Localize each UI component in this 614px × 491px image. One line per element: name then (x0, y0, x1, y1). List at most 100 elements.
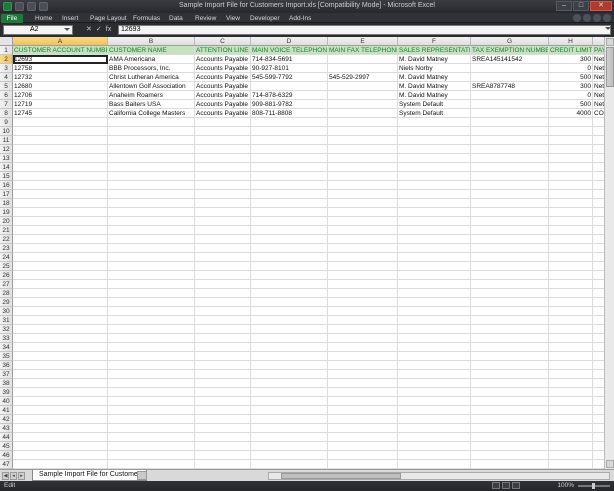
empty-cell[interactable] (471, 343, 549, 352)
empty-cell[interactable] (108, 289, 195, 298)
prev-sheet-icon[interactable]: ◂ (10, 472, 17, 480)
empty-cell[interactable] (195, 181, 251, 190)
row-header[interactable]: 43 (0, 424, 13, 433)
empty-cell[interactable] (251, 370, 328, 379)
row-header[interactable]: 22 (0, 235, 13, 244)
empty-cell[interactable] (593, 352, 604, 361)
empty-cell[interactable] (593, 199, 604, 208)
row-header[interactable]: 30 (0, 307, 13, 316)
empty-cell[interactable] (398, 208, 471, 217)
empty-cell[interactable] (108, 199, 195, 208)
empty-cell[interactable] (195, 271, 251, 280)
empty-cell[interactable] (108, 361, 195, 370)
zoom-slider[interactable] (578, 483, 610, 489)
empty-cell[interactable] (13, 217, 108, 226)
empty-cell[interactable] (251, 244, 328, 253)
empty-cell[interactable] (195, 289, 251, 298)
zoom-level[interactable]: 100% (557, 481, 574, 491)
data-cell[interactable]: 0 (549, 64, 593, 73)
empty-cell[interactable] (398, 253, 471, 262)
header-cell[interactable]: MAIN FAX TELEPHONE (328, 46, 398, 55)
empty-cell[interactable] (13, 442, 108, 451)
empty-cell[interactable] (251, 442, 328, 451)
empty-cell[interactable] (593, 190, 604, 199)
data-cell[interactable]: Accounts Payable (195, 91, 251, 100)
empty-cell[interactable] (108, 280, 195, 289)
empty-cell[interactable] (328, 280, 398, 289)
row-header[interactable]: 1 (0, 46, 13, 55)
empty-cell[interactable] (328, 181, 398, 190)
empty-cell[interactable] (398, 334, 471, 343)
row-header[interactable]: 16 (0, 181, 13, 190)
data-cell[interactable]: 12745 (13, 109, 108, 118)
empty-cell[interactable] (549, 127, 593, 136)
empty-cell[interactable] (328, 325, 398, 334)
empty-cell[interactable] (13, 145, 108, 154)
data-cell[interactable] (328, 82, 398, 91)
empty-cell[interactable] (108, 415, 195, 424)
empty-cell[interactable] (549, 370, 593, 379)
empty-cell[interactable] (328, 190, 398, 199)
data-cell[interactable]: 12758 (13, 64, 108, 73)
empty-cell[interactable] (328, 397, 398, 406)
empty-cell[interactable] (549, 334, 593, 343)
empty-cell[interactable] (251, 253, 328, 262)
empty-cell[interactable] (13, 190, 108, 199)
row-header[interactable]: 5 (0, 82, 13, 91)
data-cell[interactable]: 300 (549, 82, 593, 91)
row-header[interactable]: 3 (0, 64, 13, 73)
empty-cell[interactable] (108, 244, 195, 253)
empty-cell[interactable] (471, 289, 549, 298)
empty-cell[interactable] (593, 406, 604, 415)
data-cell[interactable]: 545-529-2997 (328, 73, 398, 82)
empty-cell[interactable] (13, 460, 108, 469)
data-cell[interactable]: 714-834-5691 (251, 55, 328, 64)
empty-cell[interactable] (549, 289, 593, 298)
empty-cell[interactable] (549, 406, 593, 415)
empty-cell[interactable] (549, 343, 593, 352)
empty-cell[interactable] (328, 136, 398, 145)
empty-cell[interactable] (328, 244, 398, 253)
empty-cell[interactable] (251, 451, 328, 460)
minimize-button[interactable]: – (556, 1, 572, 11)
empty-cell[interactable] (398, 118, 471, 127)
empty-cell[interactable] (593, 136, 604, 145)
data-cell[interactable]: Net Due (593, 64, 604, 73)
empty-cell[interactable] (195, 334, 251, 343)
row-header[interactable]: 27 (0, 280, 13, 289)
data-cell[interactable]: 12693 (13, 55, 108, 64)
data-cell[interactable]: System Default (398, 109, 471, 118)
empty-cell[interactable] (398, 361, 471, 370)
row-header[interactable]: 41 (0, 406, 13, 415)
header-cell[interactable]: ATTENTION LINE (195, 46, 251, 55)
empty-cell[interactable] (593, 271, 604, 280)
empty-cell[interactable] (549, 424, 593, 433)
data-cell[interactable]: M. David Matney (398, 73, 471, 82)
formula-input[interactable]: 12693 (118, 25, 611, 35)
empty-cell[interactable] (549, 316, 593, 325)
empty-cell[interactable] (398, 226, 471, 235)
header-cell[interactable]: TAX EXEMPTION NUMBER (471, 46, 549, 55)
empty-cell[interactable] (593, 145, 604, 154)
empty-cell[interactable] (13, 154, 108, 163)
empty-cell[interactable] (13, 379, 108, 388)
empty-cell[interactable] (471, 451, 549, 460)
empty-cell[interactable] (108, 253, 195, 262)
empty-cell[interactable] (195, 379, 251, 388)
empty-cell[interactable] (593, 289, 604, 298)
row-header[interactable]: 7 (0, 100, 13, 109)
row-header[interactable]: 12 (0, 145, 13, 154)
empty-cell[interactable] (13, 118, 108, 127)
empty-cell[interactable] (195, 163, 251, 172)
empty-cell[interactable] (398, 136, 471, 145)
column-header[interactable]: A (13, 37, 108, 46)
empty-cell[interactable] (108, 208, 195, 217)
empty-cell[interactable] (549, 235, 593, 244)
empty-cell[interactable] (471, 163, 549, 172)
data-cell[interactable]: M. David Matney (398, 55, 471, 64)
empty-cell[interactable] (251, 325, 328, 334)
empty-cell[interactable] (549, 271, 593, 280)
row-header[interactable]: 29 (0, 298, 13, 307)
empty-cell[interactable] (471, 154, 549, 163)
empty-cell[interactable] (549, 361, 593, 370)
